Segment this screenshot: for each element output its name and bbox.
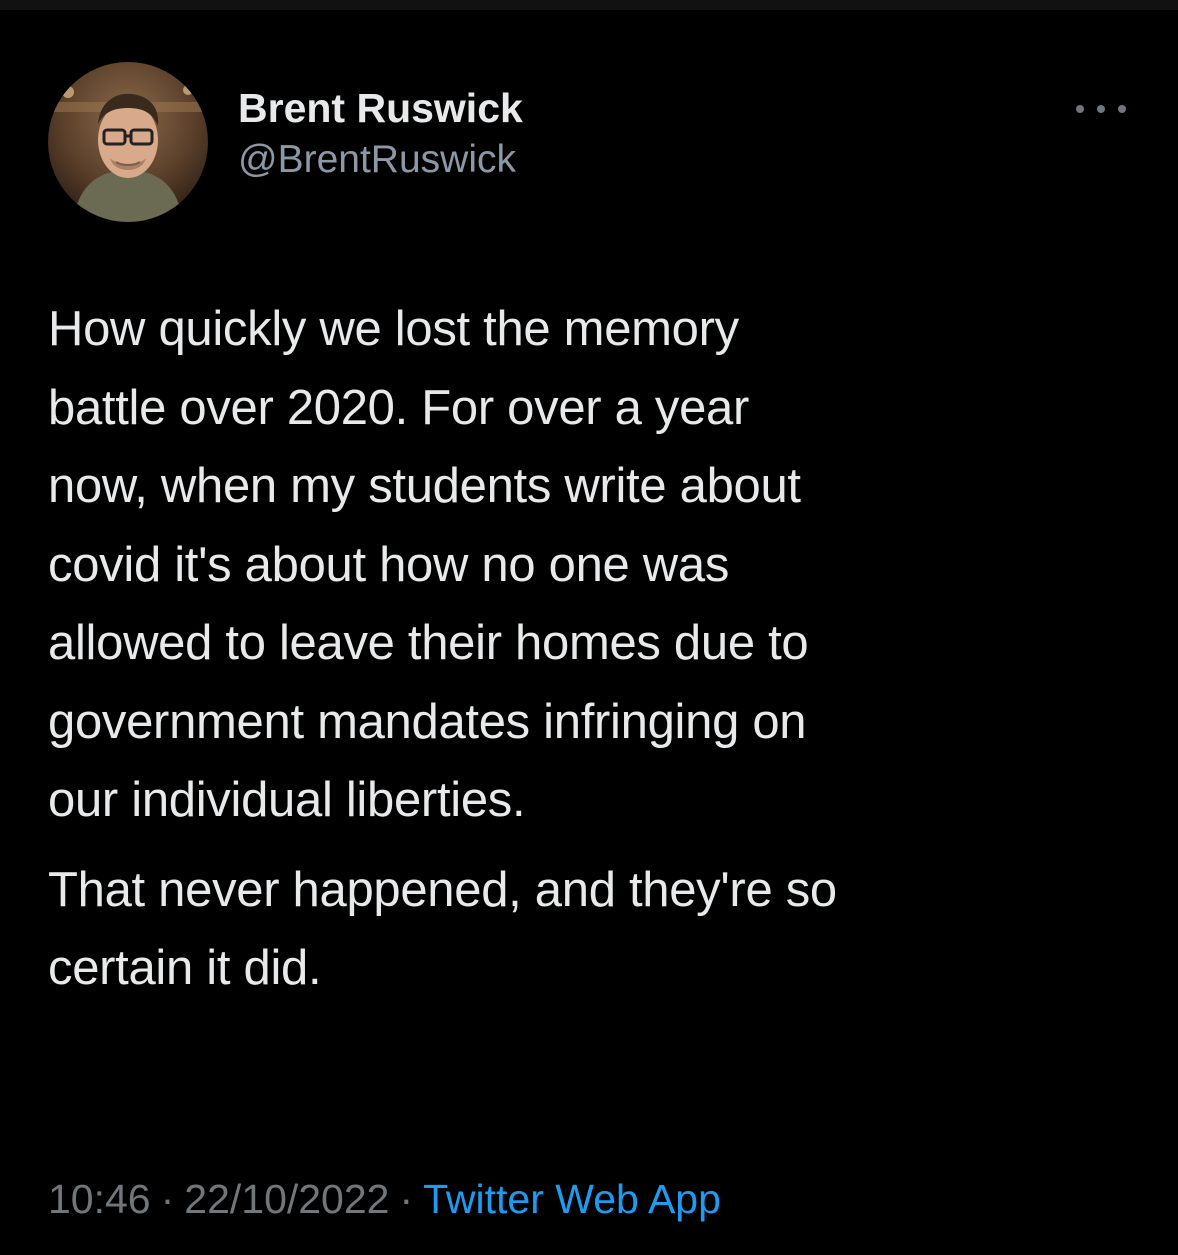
tweet-paragraph-1: How quickly we lost the memory battle ov… <box>48 302 809 827</box>
tweet-text: How quickly we lost the memory battle ov… <box>48 290 1138 1008</box>
tweet-date[interactable]: 22/10/2022 <box>184 1176 389 1222</box>
dot <box>1118 105 1126 113</box>
separator: · <box>160 1176 175 1222</box>
user-handle[interactable]: @BrentRuswick <box>238 134 523 186</box>
dot <box>1076 105 1084 113</box>
display-name[interactable]: Brent Ruswick <box>238 82 523 134</box>
tweet-card: Brent Ruswick @BrentRuswick How quickly … <box>0 10 1178 1255</box>
separator: · <box>399 1176 414 1222</box>
tweet-paragraph-2: That never happened, and they're so cert… <box>48 862 837 996</box>
more-options-icon[interactable] <box>1076 98 1126 120</box>
avatar[interactable] <box>48 62 208 222</box>
tweet-metadata: 10:46 · 22/10/2022 · Twitter Web App <box>48 1173 721 1225</box>
profile-photo-icon <box>48 62 208 222</box>
tweet-header: Brent Ruswick @BrentRuswick <box>48 62 1138 222</box>
dot <box>1097 105 1105 113</box>
author-identity[interactable]: Brent Ruswick @BrentRuswick <box>238 82 523 186</box>
tweet-time[interactable]: 10:46 <box>48 1176 151 1222</box>
tweet-source-link[interactable]: Twitter Web App <box>423 1176 721 1222</box>
top-strip <box>0 0 1178 10</box>
